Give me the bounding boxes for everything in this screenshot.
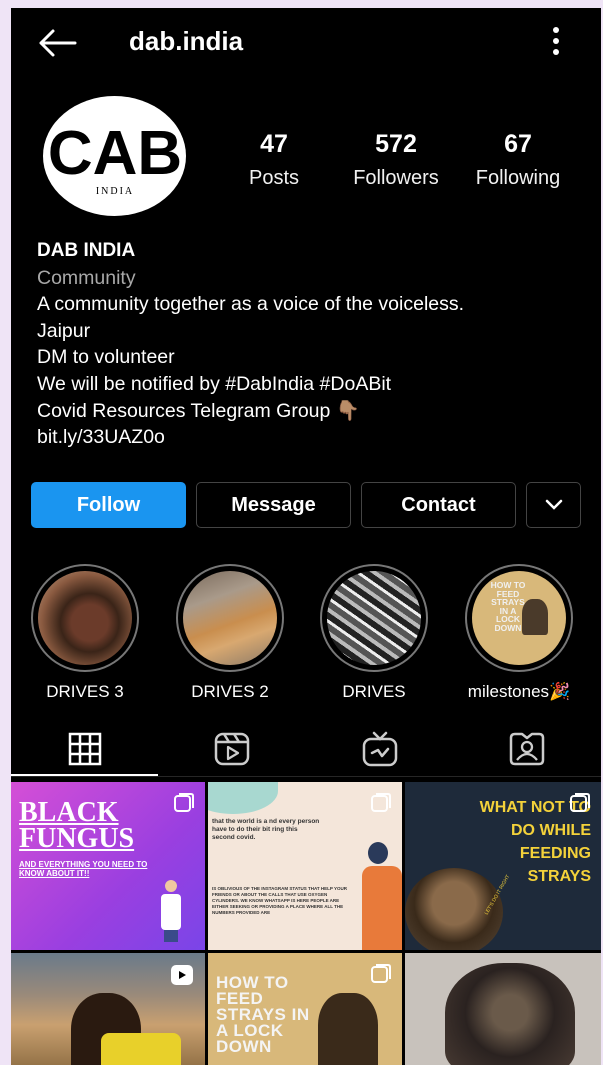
back-arrow-icon[interactable] [37,28,77,58]
post-title: BLACK FUNGUS [19,797,135,854]
tagged-icon [509,732,544,766]
followers-stat[interactable]: 572 Followers [346,130,446,190]
bio-line: DM to volunteer [37,346,175,369]
carousel-icon [570,793,590,812]
highlight-drives-3[interactable]: DRIVES 3 [27,564,143,702]
bio-link[interactable]: bit.ly/33UAZ0o [37,424,464,451]
carousel-icon [371,964,391,983]
doctor-illustration [161,880,181,946]
message-button[interactable]: Message [196,482,351,528]
profile-username: dab.india [129,26,244,56]
reel-icon [171,965,193,985]
highlight-cover [183,571,277,665]
top-bar: dab.india [11,8,601,78]
followers-count: 572 [375,130,417,158]
dab-logo: CAB INDIA [48,119,182,197]
posts-stat[interactable]: 47 Posts [245,130,303,190]
post-feeding-drive[interactable] [11,953,205,1065]
post-title: HOW TO FEED STRAYS IN A LOCK DOWN [216,973,310,1056]
logo-text: CAB [48,119,182,188]
highlight-label: DRIVES [342,682,406,701]
bio-line: A community together as a voice of the v… [37,293,465,316]
post-dog-closeup[interactable] [405,953,601,1065]
carousel-icon [174,793,194,812]
post-text: that the world is a nd every person have… [212,818,320,841]
post-black-fungus[interactable]: BLACK FUNGUS AND EVERYTHING YOU NEED TO K… [11,782,205,950]
highlight-cover [327,571,421,665]
posts-label: Posts [248,167,300,189]
more-options-icon[interactable] [551,26,561,56]
post-what-not-to-do[interactable]: WHAT NOT TO DO WHILE FEEDING STRAYS LET'S D… [405,782,601,950]
chevron-down-icon [545,499,562,510]
bio-line: We will be notified by #DabIndia #DoABit [37,372,392,395]
post-subtitle: AND EVERYTHING YOU NEED TO KNOW ABOUT IT… [19,860,148,878]
profile-name: DAB INDIA [37,240,136,261]
tab-grid[interactable] [11,716,158,782]
post-covid-oxygen[interactable]: that the world is a nd every person have… [208,782,402,950]
profile-tabs [11,716,601,782]
following-count: 67 [504,130,532,158]
tabs-divider [11,776,601,777]
tab-reels[interactable] [158,716,305,782]
highlight-label: milestones🎉 [467,682,571,701]
highlight-label: DRIVES 2 [191,682,269,701]
profile-avatar[interactable]: CAB INDIA [43,96,186,216]
grid-icon [68,732,101,766]
tab-igtv[interactable] [306,716,453,782]
post-text: IS OBLIVIOUS OF THE INSTAGRAM STATUS THA… [212,886,348,915]
highlight-milestones[interactable]: HOW TO FEED STRAYS IN A LOCK DOWN milest… [461,564,577,702]
followers-label: Followers [353,167,439,189]
highlight-cover: HOW TO FEED STRAYS IN A LOCK DOWN [472,571,566,665]
logo-subtext: INDIA [96,186,134,197]
tab-tagged[interactable] [453,716,600,782]
igtv-icon [362,731,397,767]
following-stat[interactable]: 67 Following [468,130,568,190]
reels-icon [214,732,249,766]
following-label: Following [475,167,561,189]
bio-line: Jaipur [37,319,91,342]
carousel-icon [371,793,391,812]
posts-count: 47 [260,130,288,158]
follow-button[interactable]: Follow [31,482,186,528]
profile-category: Community [37,266,136,289]
person-illustration [358,842,402,950]
bio-line: Covid Resources Telegram Group 👇🏽 [37,399,361,422]
highlight-cover [38,571,132,665]
highlight-drives-2[interactable]: DRIVES 2 [172,564,288,702]
profile-screen: dab.india CAB INDIA 47 Posts 572 Followe… [11,8,601,1065]
highlight-label: DRIVES 3 [46,682,124,701]
profile-bio: DAB INDIA Community A community together… [37,238,464,451]
contact-button[interactable]: Contact [361,482,516,528]
suggestions-dropdown-button[interactable] [526,482,581,528]
highlight-drives[interactable]: DRIVES [316,564,432,702]
post-how-to-feed[interactable]: HOW TO FEED STRAYS IN A LOCK DOWN [208,953,402,1065]
